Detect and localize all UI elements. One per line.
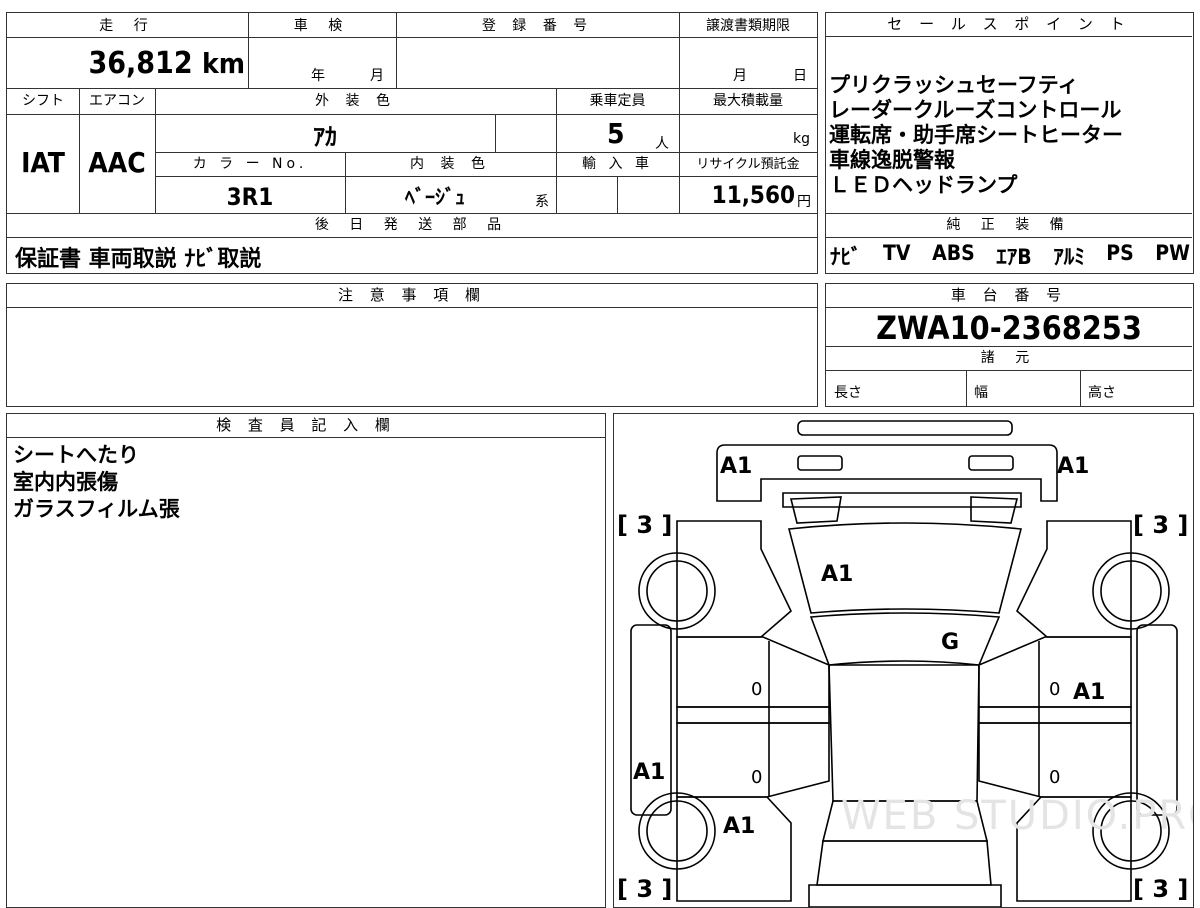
genuine-equipment-list: ﾅﾋﾞ TV ABS ｴｱB ｱﾙﾐ PS PW [830, 241, 1190, 271]
car-diagram: WEB STUDIO.PRO [ 3 ] [ 3 ] [ 3 ] [ 3 ] A… [617, 420, 1193, 907]
mileage-label: 走 行 [99, 18, 156, 34]
width-label: 幅 [974, 385, 988, 401]
interior-color-value: ﾍﾞｰｼﾞｭ [405, 185, 465, 209]
inspector-notes: シートへたり 室内内張傷 ガラスフィルム張 [13, 442, 180, 523]
transfer-deadline-label: 譲渡書類期限 [706, 18, 790, 34]
import-label: 輸 入 車 [582, 156, 653, 172]
aircon-value: AAC [88, 146, 146, 179]
specs-label: 諸 元 [980, 350, 1038, 366]
mark-left-rear-door: A1 [723, 814, 755, 839]
equipment-item: ABS [932, 241, 975, 265]
equipment-item: PW [1155, 241, 1190, 265]
sales-point-line: 車線逸脱警報 [829, 148, 955, 172]
mark-front-left: A1 [720, 454, 752, 479]
car-diagram-box: WEB STUDIO.PRO [ 3 ] [ 3 ] [ 3 ] [ 3 ] A… [613, 413, 1194, 908]
mark-windshield: G [941, 630, 959, 655]
mark-zero: 0 [751, 679, 762, 700]
exterior-color-value: ｱｶ [313, 123, 337, 151]
equipment-item: ｱﾙﾐ [1053, 245, 1085, 269]
mark-hood: A1 [821, 562, 853, 587]
inspector-note-line: ガラスフィルム張 [13, 497, 180, 521]
interior-color-label: 内 装 色 [410, 156, 491, 172]
mark-front-right: A1 [1057, 454, 1089, 479]
color-no-value: 3R1 [226, 183, 274, 211]
inspector-label: 検 査 員 記 入 欄 [7, 414, 605, 438]
equipment-item: ｴｱB [996, 245, 1032, 269]
inspection-month-unit: 月 [370, 68, 384, 84]
watermark-text: WEB STUDIO.PRO [841, 793, 1193, 839]
mileage-unit: km [202, 47, 245, 80]
chassis-label: 車 台 番 号 [826, 284, 1192, 308]
mileage-value: 36,812 km [7, 47, 245, 81]
color-no-label: カ ラ ー No. [192, 156, 308, 172]
height-label: 高さ [1088, 385, 1116, 401]
inspector-note-line: シートへたり [13, 443, 139, 467]
length-label: 長さ [834, 385, 862, 401]
mark-right-front-door: A1 [1073, 680, 1105, 705]
capacity-value: 5 [607, 117, 625, 150]
max-load-unit: kg [793, 131, 810, 147]
mark-zero: 0 [1049, 767, 1060, 788]
later-parts-label: 後 日 発 送 部 品 [314, 217, 510, 233]
chassis-number: ZWA10-2368253 [876, 309, 1142, 347]
notes-box: 注 意 事 項 欄 [6, 283, 818, 407]
shift-label: シフト [22, 93, 64, 109]
mark-zero: 0 [1049, 679, 1060, 700]
equipment-item: TV [883, 241, 911, 265]
registration-label: 登 録 番 号 [481, 18, 594, 34]
tire-label-front-left: [ 3 ] [617, 511, 672, 539]
inspector-box: 検 査 員 記 入 欄 シートへたり 室内内張傷 ガラスフィルム張 [6, 413, 606, 908]
max-load-label: 最大積載量 [713, 93, 783, 109]
shift-value: IAT [21, 146, 65, 179]
later-parts-value: 保証書 車両取説 ﾅﾋﾞ取説 [15, 247, 262, 272]
inspection-label: 車 検 [293, 18, 351, 34]
mileage-number: 36,812 [88, 46, 193, 81]
recycle-unit: 円 [797, 194, 811, 210]
notes-label: 注 意 事 項 欄 [7, 284, 817, 308]
genuine-equipment-label: 純 正 装 備 [946, 217, 1072, 233]
recycle-label: リサイクル預託金 [696, 157, 800, 172]
tire-label-front-right: [ 3 ] [1133, 511, 1188, 539]
sales-point-line: 運転席・助手席シートヒーター [829, 123, 1123, 147]
vehicle-info-box: 走 行 車 検 登 録 番 号 譲渡書類期限 36,812 km 年 月 月 日… [6, 12, 818, 274]
equipment-item: ﾅﾋﾞ [830, 245, 862, 269]
sales-points-box: セ ー ル ス ポ イ ン ト プリクラッシュセーフティ レーダークルーズコント… [825, 12, 1194, 274]
equipment-item: PS [1106, 241, 1134, 265]
capacity-label: 乗車定員 [589, 93, 646, 109]
sales-points-label: セ ー ル ス ポ イ ン ト [826, 13, 1192, 37]
interior-color-suffix: 系 [535, 194, 549, 210]
sales-point-line: プリクラッシュセーフティ [829, 73, 1079, 97]
capacity-unit: 人 [655, 136, 669, 152]
transfer-day-unit: 日 [793, 68, 807, 84]
tire-label-rear-left: [ 3 ] [617, 875, 672, 903]
mark-left-rear-fender: A1 [633, 760, 665, 785]
sales-point-line: ＬＥＤヘッドランプ [829, 173, 1018, 197]
exterior-color-label: 外 装 色 [315, 93, 396, 109]
transfer-month-unit: 月 [733, 68, 747, 84]
tire-label-rear-right: [ 3 ] [1133, 875, 1188, 903]
recycle-value: 11,560 [711, 181, 795, 209]
chassis-box: 車 台 番 号 ZWA10-2368253 諸 元 長さ 幅 高さ [825, 283, 1194, 407]
aircon-label: エアコン [89, 93, 145, 109]
inspection-year-unit: 年 [311, 68, 325, 84]
inspector-note-line: 室内内張傷 [13, 470, 118, 494]
mark-zero: 0 [751, 767, 762, 788]
sales-point-line: レーダークルーズコントロール [829, 98, 1122, 122]
sales-points-list: プリクラッシュセーフティ レーダークルーズコントロール 運転席・助手席シートヒー… [829, 73, 1191, 198]
